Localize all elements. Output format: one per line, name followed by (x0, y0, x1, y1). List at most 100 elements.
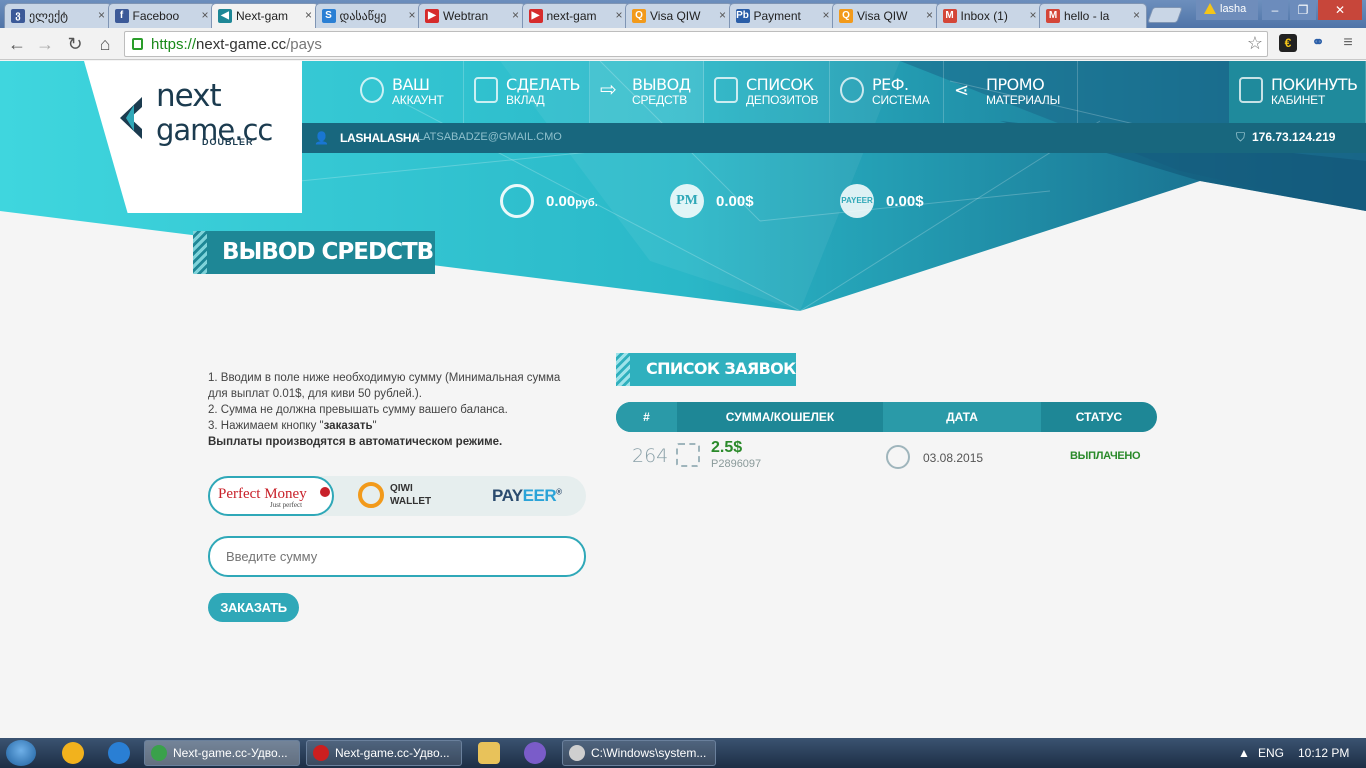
close-tab-icon[interactable]: × (926, 8, 933, 22)
tab-title: next-gam (546, 9, 597, 23)
logo-chevron-icon (120, 97, 142, 139)
close-tab-icon[interactable]: × (201, 8, 208, 22)
taskbar-task[interactable]: Next-game.cc-Удво... (306, 740, 462, 766)
address-bar[interactable]: https://next-game.cc/pays ☆ (124, 31, 1268, 57)
table-row: 264 2.5$ P2896097 03.08.2015 ВЫПЛАЧЕНО (632, 439, 1141, 470)
favicon-icon: Q (839, 9, 853, 23)
language-indicator[interactable]: ENG (1258, 746, 1284, 760)
bookmark-star-icon[interactable]: ☆ (1247, 33, 1263, 54)
menu-item-account[interactable]: ВАШ АККАУНТ (350, 61, 464, 123)
close-tab-icon[interactable]: × (408, 8, 415, 22)
logout-button[interactable]: ПОКИНУТЬ КАБИНЕТ (1229, 61, 1366, 123)
browser-tab[interactable]: M Inbox (1) × (935, 3, 1044, 28)
qiwi-icon (358, 482, 384, 508)
menu-item-deposit[interactable]: СДЕЛАТЬ ВКЛАД (464, 61, 590, 123)
pm-logo-icon (320, 487, 330, 497)
new-tab-button[interactable] (1147, 7, 1183, 23)
minimize-button[interactable]: – (1262, 0, 1288, 20)
requests-list-title: СПИСОК ЗАЯВОК (616, 353, 796, 386)
wallet-icon (474, 77, 498, 103)
taskbar-task[interactable]: C:\Windows\system... (562, 740, 716, 766)
viber-icon[interactable] (524, 742, 546, 764)
col-header-date: ДАТА (883, 402, 1041, 432)
clock[interactable]: 10:12 PM (1298, 746, 1349, 760)
browser-tabstrip: ვ ელექტ × f Faceboo × ◀ Next-gam × Sდასაწყე × ▶ Webt… (0, 0, 1366, 29)
tab-title: Webtran (443, 9, 489, 23)
favicon-icon: Pb (735, 9, 750, 23)
favicon-icon: ვ (11, 9, 25, 23)
forward-button[interactable]: → (34, 33, 56, 55)
favicon-icon: ◀ (218, 9, 232, 23)
tab-title: დასაწყე (339, 9, 387, 23)
requests-table-header: # СУММА/КОШЕЛЕК ДАТА СТАТУС (616, 402, 1157, 432)
tray-arrow-icon[interactable]: ▲ (1238, 746, 1250, 760)
payment-system-selector: Perfect Money Just perfect QIWI WALLET PA… (208, 476, 586, 516)
document-icon (714, 77, 738, 103)
internet-explorer-icon[interactable] (108, 742, 130, 764)
users-icon (840, 77, 864, 103)
col-header-sum: СУММА/КОШЕЛЕК (725, 410, 835, 424)
browser-tab[interactable]: Sდასაწყე × (314, 3, 423, 28)
favicon-icon: f (114, 9, 129, 23)
app-icon (313, 745, 329, 761)
folder-icon[interactable] (478, 742, 500, 764)
browser-tab[interactable]: Q Visa QIW × (832, 3, 940, 28)
browser-tab[interactable]: ვ ელექტ × (4, 3, 112, 28)
start-button[interactable] (6, 740, 36, 766)
menu-item-withdraw[interactable]: ⇨ ВЫВОД СРЕДСТВ (590, 61, 704, 123)
app-icon (151, 745, 167, 761)
close-tab-icon[interactable]: × (1133, 8, 1140, 22)
browser-tab[interactable]: f Faceboo × (107, 3, 216, 28)
browser-tab[interactable]: Pb Payment × (728, 3, 837, 28)
extension-link-icon[interactable]: ⚭ (1309, 34, 1327, 52)
windows-taskbar: Next-game.cc-Удво... Next-game.cc-Удво...… (0, 738, 1366, 768)
favicon-icon: Q (632, 9, 646, 23)
amount-input[interactable] (208, 536, 586, 577)
taskbar-task[interactable]: Next-game.cc-Удво... (144, 740, 300, 766)
tab-title: ელექტ (29, 9, 68, 23)
browser-tab[interactable]: Q Visa QIW × (625, 3, 733, 28)
perfect-money-icon: PM (670, 184, 704, 218)
extension-icon[interactable]: € (1279, 34, 1297, 52)
browser-tab[interactable]: ◀ Next-gam × (211, 3, 319, 29)
back-button[interactable]: ← (6, 33, 28, 55)
user-icon: 👤 (314, 131, 329, 145)
close-tab-icon[interactable]: × (305, 8, 312, 22)
browser-tab[interactable]: ▶ Webtran × (418, 3, 526, 28)
close-tab-icon[interactable]: × (822, 8, 829, 22)
tab-title: Visa QIW (857, 9, 908, 23)
browser-tab[interactable]: ▶ next-gam × (521, 3, 630, 28)
menu-item-promo[interactable]: ⋖ ПРОМО МАТЕРИАЛЫ (944, 61, 1078, 123)
lock-icon (132, 38, 143, 50)
browser-tab[interactable]: Mhello - la × (1039, 3, 1147, 28)
payeer-option[interactable]: PAYEER® (492, 486, 562, 506)
col-header-id: # (616, 402, 677, 432)
main-menu: ВАШ АККАУНТ СДЕЛАТЬ ВКЛАД ⇨ ВЫВОД СРЕДСТ… (302, 61, 1366, 123)
close-tab-icon[interactable]: × (719, 8, 726, 22)
menu-item-referral[interactable]: РЕФ. СИСТЕМА (830, 61, 944, 123)
media-player-icon[interactable] (62, 742, 84, 764)
shield-icon: ⛉ (1236, 130, 1246, 144)
home-button[interactable]: ⌂ (94, 33, 116, 55)
user-icon (360, 77, 384, 103)
reload-button[interactable]: ↻ (64, 33, 86, 55)
site-page: next game.cc DOUBLER ВАШ АККАУНТ СДЕЛАТЬ… (0, 61, 1366, 738)
close-tab-icon[interactable]: × (615, 8, 622, 22)
favicon-icon: M (942, 9, 957, 23)
tab-title: hello - la (1064, 9, 1110, 23)
menu-icon[interactable]: ≡ (1339, 34, 1357, 52)
user-bar: 👤 LASHALASHA LATSABADZE@GMAIL.CMO ⛉ 176.… (302, 123, 1366, 153)
menu-item-deposits-list[interactable]: СПИСОК ДЕПОЗИТОВ (704, 61, 830, 123)
favicon-icon: ▶ (425, 9, 439, 23)
close-tab-icon[interactable]: × (98, 8, 105, 22)
close-tab-icon[interactable]: × (512, 8, 519, 22)
profile-button[interactable]: lasha (1196, 0, 1258, 20)
order-button[interactable]: ЗАКАЗАТЬ (208, 593, 299, 622)
close-tab-icon[interactable]: × (1029, 8, 1036, 22)
qiwi-icon (500, 184, 534, 218)
favicon-icon: ▶ (528, 9, 543, 23)
tab-title: Inbox (1) (960, 9, 1008, 23)
maximize-button[interactable]: ❐ (1290, 0, 1316, 20)
perfect-money-option[interactable]: Perfect Money Just perfect (208, 476, 334, 516)
close-window-button[interactable]: ✕ (1318, 0, 1362, 20)
